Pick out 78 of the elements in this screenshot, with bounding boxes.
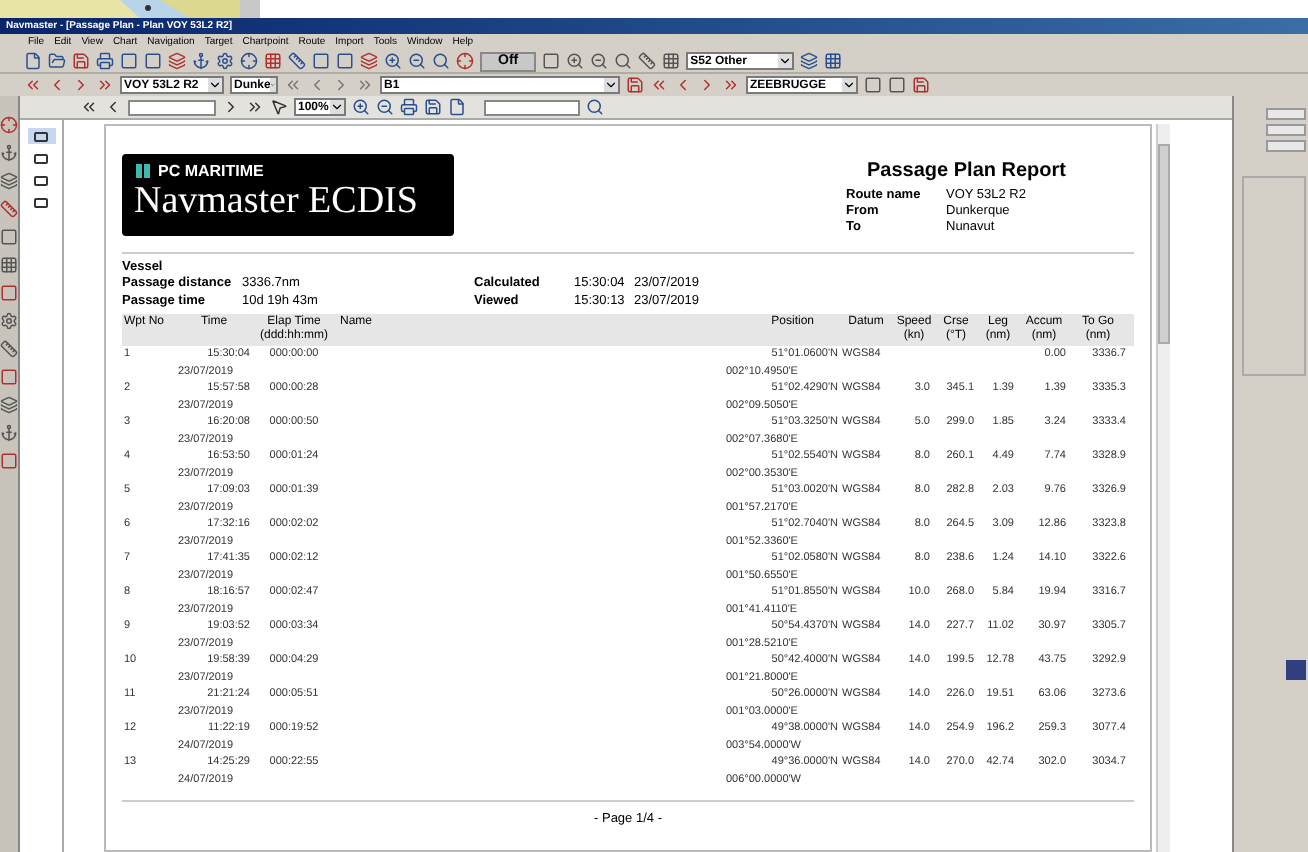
toolbar-icon[interactable] — [192, 52, 210, 70]
previous-icon[interactable] — [674, 76, 692, 94]
toolbar-icon[interactable] — [456, 52, 474, 70]
last-icon[interactable] — [722, 76, 740, 94]
report-title: Passage Plan Report — [867, 158, 1066, 184]
input-field[interactable] — [1266, 140, 1306, 152]
logo-text: Navmaster ECDIS — [134, 180, 420, 224]
toolbar-icon[interactable] — [590, 52, 609, 70]
toolbar-icon[interactable] — [662, 52, 681, 70]
logo-text: PC MARITIME — [158, 163, 264, 179]
previous-icon[interactable] — [308, 76, 326, 94]
next-icon[interactable] — [72, 76, 90, 94]
toolbar-icon[interactable] — [72, 52, 90, 70]
document-icon[interactable] — [448, 98, 466, 116]
toolbar-icon[interactable] — [288, 52, 306, 70]
toolbar-icon[interactable] — [0, 144, 18, 162]
toolbar-icon[interactable] — [0, 228, 18, 246]
toolbar-icon[interactable] — [638, 52, 657, 70]
toolbar-icon[interactable] — [168, 52, 186, 70]
next-icon[interactable] — [332, 76, 350, 94]
save-icon[interactable] — [424, 98, 442, 116]
toolbar-icon[interactable] — [408, 52, 426, 70]
toolbar-icon[interactable] — [0, 312, 18, 330]
toolbar-icon[interactable] — [384, 52, 402, 70]
dropdown-arrow-icon — [270, 78, 276, 92]
first-icon[interactable] — [24, 76, 42, 94]
previous-page-icon[interactable] — [104, 98, 122, 116]
first-page-icon[interactable] — [80, 98, 98, 116]
layers-icon[interactable] — [800, 52, 819, 70]
toolbar-icon[interactable] — [566, 52, 585, 70]
zoom-out-icon[interactable] — [376, 98, 394, 116]
previous-icon[interactable] — [48, 76, 66, 94]
toolbar-icon[interactable] — [432, 52, 450, 70]
square-icon[interactable] — [864, 76, 882, 94]
grid-icon[interactable] — [824, 52, 843, 70]
dropdown-arrow-icon — [778, 54, 793, 68]
search-icon[interactable] — [586, 98, 604, 116]
toolbar-icon[interactable] — [614, 52, 633, 70]
toolbar-icon[interactable] — [0, 116, 18, 134]
toolbar-icon[interactable] — [216, 52, 234, 70]
save-icon[interactable] — [912, 76, 930, 94]
dropdown-arrow-icon — [208, 78, 222, 92]
toolbar-icon[interactable] — [96, 52, 114, 70]
search-field[interactable] — [484, 99, 580, 115]
last-icon[interactable] — [356, 76, 374, 94]
input-field[interactable] — [1266, 108, 1306, 120]
toolbar-icon[interactable] — [0, 284, 18, 302]
next-page-icon[interactable] — [222, 98, 240, 116]
save-icon[interactable] — [626, 76, 644, 94]
toolbar-icon[interactable] — [0, 452, 18, 470]
toolbar-icon[interactable] — [542, 52, 561, 70]
page-thumbnail[interactable] — [27, 128, 55, 144]
toolbar-icon[interactable] — [240, 52, 258, 70]
toolbar-icon[interactable] — [0, 200, 18, 218]
toolbar-icon[interactable] — [264, 52, 282, 70]
toolbar-icon[interactable] — [0, 256, 18, 274]
toolbar-icon[interactable] — [24, 52, 42, 70]
logo-mark-icon — [134, 162, 152, 180]
dropdown-arrow-icon — [604, 78, 618, 92]
pointer-icon[interactable] — [270, 98, 288, 116]
last-icon[interactable] — [96, 76, 114, 94]
toolbar-icon[interactable] — [48, 52, 66, 70]
dropdown-arrow-icon — [842, 78, 856, 92]
toolbar-icon[interactable] — [360, 52, 378, 70]
next-icon[interactable] — [698, 76, 716, 94]
zoom-in-icon[interactable] — [352, 98, 370, 116]
toolbar-icon[interactable] — [0, 172, 18, 190]
scrollbar[interactable] — [1156, 124, 1170, 852]
toolbar-icon[interactable] — [0, 396, 18, 414]
input-field[interactable] — [1266, 124, 1306, 136]
toolbar-icon[interactable] — [0, 368, 18, 386]
square-icon[interactable] — [888, 76, 906, 94]
print-icon[interactable] — [400, 98, 418, 116]
first-icon[interactable] — [650, 76, 668, 94]
toolbar-icon[interactable] — [0, 424, 18, 442]
page-field[interactable] — [128, 99, 216, 115]
toolbar-icon[interactable] — [0, 340, 18, 358]
last-page-icon[interactable] — [246, 98, 264, 116]
